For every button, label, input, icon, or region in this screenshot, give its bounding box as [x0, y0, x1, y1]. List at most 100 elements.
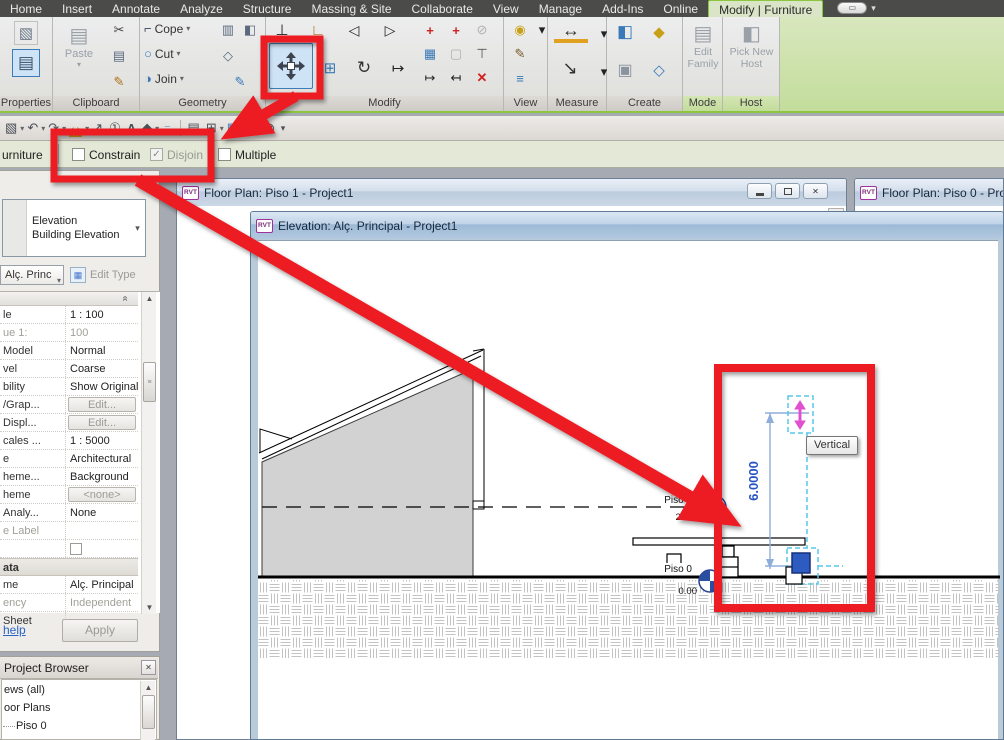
view-marker-icon[interactable]: ◆: [142, 120, 152, 136]
tab-manage[interactable]: Manage: [529, 0, 592, 17]
beam-coping-icon[interactable]: ▥: [216, 19, 240, 41]
create-assembly-icon[interactable]: ▣: [613, 59, 637, 81]
piso0-title-bar[interactable]: RVT Floor Plan: Piso 0 - Proj: [855, 179, 1003, 206]
property-value[interactable]: 1 : 100: [66, 306, 138, 323]
redo-icon[interactable]: ↷: [48, 120, 59, 136]
move-button[interactable]: [269, 43, 313, 89]
type-selector[interactable]: Elevation Building Elevation ▾: [2, 199, 146, 257]
property-value[interactable]: None: [66, 504, 138, 521]
tab-massing-site[interactable]: Massing & Site: [301, 0, 401, 17]
restore-button[interactable]: [775, 183, 800, 199]
edit-type-label[interactable]: Edit Type: [90, 269, 136, 281]
edit-button[interactable]: Edit...: [68, 415, 136, 430]
split-face-icon[interactable]: ◇: [216, 45, 240, 67]
detail-line-icon[interactable]: ↗: [92, 120, 103, 136]
unpin-icon[interactable]: ⊘: [470, 19, 494, 41]
property-value[interactable]: 1 : 5000: [66, 432, 138, 449]
modify-select-icon[interactable]: ▧: [14, 21, 38, 45]
aligned-dimension-icon[interactable]: ↔: [69, 119, 83, 137]
properties-help-link[interactable]: help: [3, 623, 26, 637]
tree-item-views[interactable]: ews (all): [4, 684, 45, 696]
level1-name[interactable]: Piso 1: [664, 495, 692, 506]
close-button[interactable]: ✕: [803, 183, 828, 199]
temp-dimension-value[interactable]: 6.0000: [746, 461, 761, 501]
paste-button[interactable]: ▤ Paste ▾: [59, 23, 99, 69]
scale-icon[interactable]: ▢: [444, 43, 468, 65]
table-element[interactable]: [632, 537, 806, 546]
multiple-checkbox[interactable]: [218, 148, 231, 161]
project-browser-close-icon[interactable]: ✕: [141, 660, 156, 675]
cut-to-clipboard-icon[interactable]: ✂: [107, 19, 131, 41]
property-grid-scrollbar[interactable]: ▲ ≡ ▼: [141, 292, 156, 614]
properties-palette-button[interactable]: ▤: [12, 49, 40, 77]
scrollbar-thumb[interactable]: [142, 695, 155, 729]
scroll-down-icon[interactable]: ▼: [142, 601, 157, 614]
wall-joins-icon[interactable]: ◧: [238, 19, 262, 41]
copy-icon[interactable]: ⊞: [318, 57, 342, 79]
property-value[interactable]: Normal: [66, 342, 138, 359]
minimize-button[interactable]: [747, 183, 772, 199]
scroll-up-icon[interactable]: ▲: [142, 292, 157, 305]
vertical-move-handle[interactable]: [794, 400, 806, 430]
property-value[interactable]: Coarse: [66, 360, 138, 377]
furniture-outline[interactable]: [717, 545, 739, 578]
identity-data-header[interactable]: ata»: [0, 558, 138, 576]
collapse-chevron-icon[interactable]: »: [120, 296, 131, 302]
delete-icon[interactable]: ✕: [470, 67, 494, 89]
thin-lines-icon[interactable]: ▦: [227, 120, 239, 136]
trim-extend-corner-icon[interactable]: ↦: [386, 57, 410, 79]
project-browser-header[interactable]: Project Browser: [0, 657, 158, 679]
lightbulb-icon[interactable]: ◉: [508, 19, 532, 41]
edit-family-button[interactable]: ▤ Edit Family: [684, 21, 722, 70]
cope-button[interactable]: ⌐ Cope ▾: [144, 21, 190, 36]
elevation-title-bar[interactable]: RVT Elevation: Alç. Principal - Project1: [251, 212, 1003, 239]
property-value[interactable]: [66, 522, 138, 539]
create-similar-icon[interactable]: ◧: [613, 21, 637, 43]
trim-extend-single-icon[interactable]: ↦: [418, 67, 442, 89]
copy-to-clipboard-icon[interactable]: ▤: [107, 45, 131, 67]
measure-along-element-icon[interactable]: ↘: [558, 57, 582, 79]
edit-button[interactable]: Edit...: [68, 397, 136, 412]
apply-button[interactable]: Apply: [62, 619, 138, 642]
match-type-icon[interactable]: ✎: [107, 71, 131, 93]
property-value[interactable]: Show Original: [66, 378, 138, 395]
array-icon[interactable]: ▦: [418, 43, 442, 65]
tab-addins[interactable]: Add-Ins: [592, 0, 653, 17]
tab-modify-furniture[interactable]: Modify | Furniture: [708, 0, 824, 17]
type-selector-caret-icon[interactable]: ▾: [130, 200, 145, 256]
tab-collaborate[interactable]: Collaborate: [402, 0, 483, 17]
furniture-selected[interactable]: [791, 552, 811, 574]
piso1-title-bar[interactable]: RVT Floor Plan: Piso 1 - Project1: [177, 179, 846, 206]
paint-icon[interactable]: ✎: [228, 71, 252, 93]
trim-extend-multiple-icon[interactable]: ↤: [444, 67, 468, 89]
hidden-lines-icon[interactable]: ≡: [508, 67, 532, 89]
tab-online[interactable]: Online: [653, 0, 708, 17]
rotate-icon[interactable]: ↻: [352, 57, 376, 79]
split-with-gap-icon[interactable]: +: [444, 19, 468, 41]
user-interface-icon[interactable]: ▥: [245, 120, 257, 136]
mirror-draw-axis-icon[interactable]: ▷: [378, 19, 402, 41]
create-group-icon[interactable]: ◆: [647, 21, 671, 43]
linework-brush-icon[interactable]: ✎: [508, 43, 532, 65]
join-geometry-button[interactable]: ◑ Join ▾: [144, 71, 184, 86]
level0-elevation[interactable]: 0.00: [679, 586, 698, 597]
sun-path-checkbox[interactable]: [70, 543, 82, 555]
align-icon[interactable]: ⊥: [270, 19, 294, 41]
property-value[interactable]: 100: [66, 324, 138, 341]
project-browser-scrollbar[interactable]: ▲: [140, 681, 155, 740]
qat-customize-icon[interactable]: ▾: [281, 123, 286, 134]
ribbon-minimize-button[interactable]: ▭: [837, 2, 868, 14]
property-value[interactable]: Background: [66, 468, 138, 485]
cut-geometry-button[interactable]: ○ Cut ▾: [144, 46, 181, 61]
create-parts-icon[interactable]: ◇: [647, 59, 671, 81]
split-element-icon[interactable]: +: [418, 19, 442, 41]
measure-between-refs-icon[interactable]: ↔: [554, 20, 588, 43]
text-icon[interactable]: A: [127, 121, 136, 136]
level0-name[interactable]: Piso 0: [664, 564, 692, 575]
tab-home[interactable]: Home: [0, 0, 52, 17]
default-3d-view-icon[interactable]: ▧: [5, 120, 17, 136]
tab-structure[interactable]: Structure: [233, 0, 302, 17]
view-type-combo[interactable]: Alç. Princ ▾: [0, 265, 64, 285]
scroll-up-icon[interactable]: ▲: [141, 681, 156, 694]
building-silhouette[interactable]: [261, 368, 474, 577]
